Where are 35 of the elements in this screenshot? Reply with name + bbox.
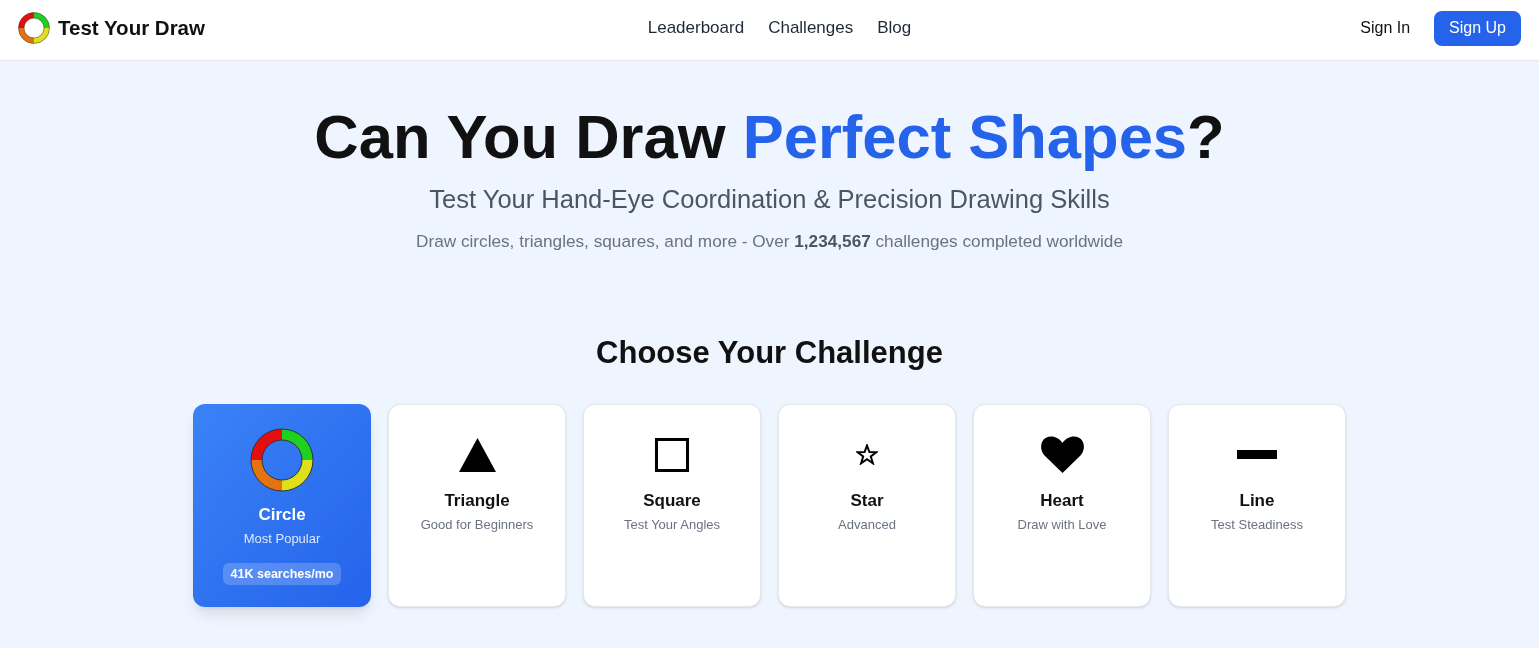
sign-up-button[interactable]: Sign Up	[1434, 10, 1521, 46]
sign-in-link[interactable]: Sign In	[1360, 16, 1411, 40]
square-icon	[655, 437, 689, 472]
heart-icon	[1040, 436, 1084, 474]
section-heading: Choose Your Challenge	[596, 334, 943, 371]
challenge-card[interactable]: Square Test Your Angles	[583, 403, 761, 607]
logo-icon	[18, 12, 50, 44]
nav-link[interactable]: Challenges	[768, 15, 854, 41]
challenge-card[interactable]: Line Test Steadiness	[1168, 403, 1346, 607]
card-title: Heart	[1040, 489, 1084, 512]
search-count-badge: 41K searches/mo	[222, 562, 342, 585]
nav-link[interactable]: Leaderboard	[647, 15, 745, 41]
card-subtitle: Most Popular	[243, 529, 321, 548]
card-subtitle: Test Your Angles	[623, 515, 721, 534]
challenge-card[interactable]: Star Advanced	[778, 403, 956, 607]
card-subtitle: Test Steadiness	[1211, 515, 1303, 534]
challenge-card[interactable]: Triangle Good for Beginners	[388, 403, 566, 607]
nav-link[interactable]: Blog	[877, 15, 912, 41]
brand-name[interactable]: Test Your Draw	[58, 12, 205, 44]
card-subtitle: Draw with Love	[1017, 515, 1107, 534]
triangle-icon	[458, 437, 496, 472]
card-subtitle: Good for Beginners	[420, 515, 534, 534]
card-title: Circle	[258, 503, 306, 526]
hero-subtitle: Test Your Hand-Eye Coordination & Precision Drawing Skills	[429, 183, 1110, 215]
hero-headline: Can You Draw Perfect Shapes?	[314, 103, 1225, 171]
card-title: Square	[643, 489, 701, 512]
card-title: Line	[1239, 489, 1275, 512]
ring-icon	[250, 427, 314, 492]
card-title: Star	[850, 489, 884, 512]
stats-text: Draw circles, triangles, squares, and more - Over 1,234,567 challenges completed worldwide	[416, 229, 1123, 253]
challenge-card[interactable]: Circle Most Popular 41K searches/mo	[193, 403, 371, 607]
challenge-card[interactable]: Heart Draw with Love	[973, 403, 1151, 607]
card-subtitle: Advanced	[838, 515, 896, 534]
card-title: Triangle	[444, 489, 510, 512]
star-icon	[856, 444, 878, 466]
